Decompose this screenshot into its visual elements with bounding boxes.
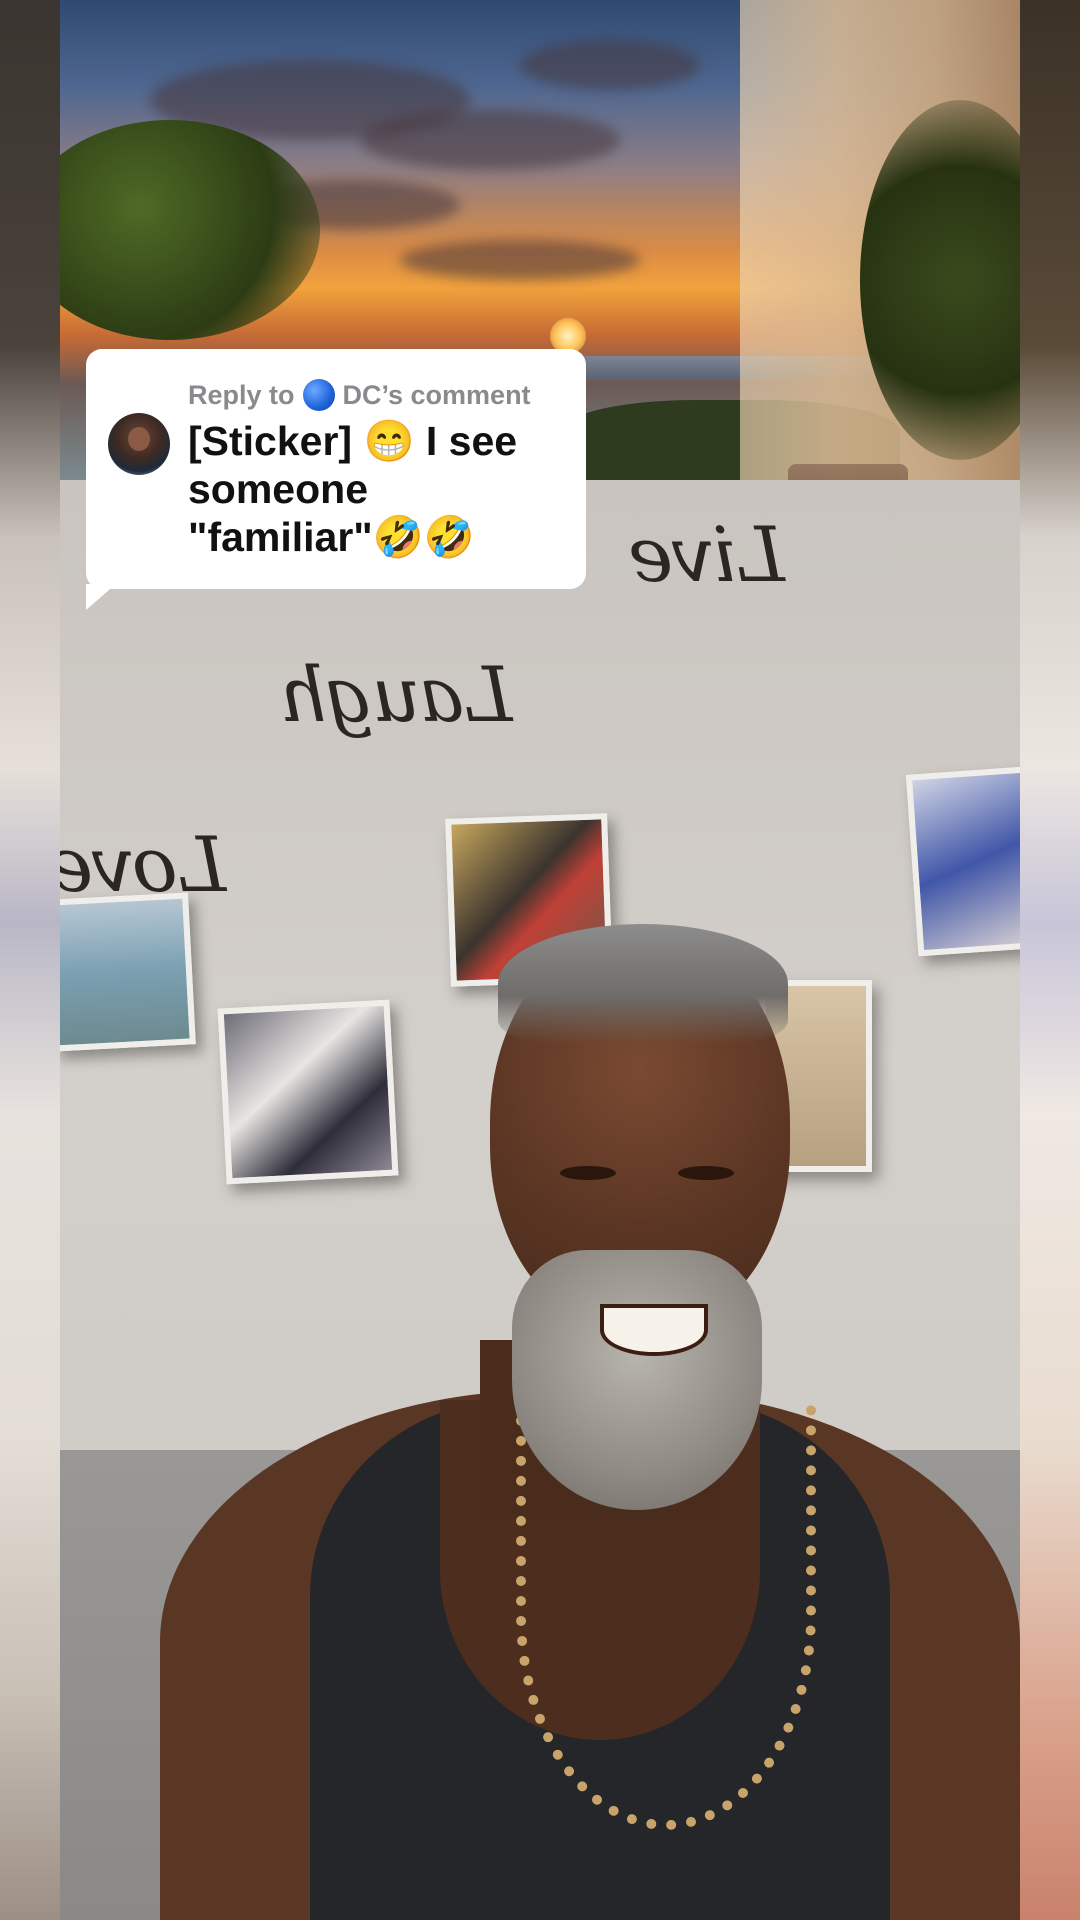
wall-photo-beach bbox=[60, 892, 196, 1052]
person-smile bbox=[600, 1304, 708, 1356]
reply-prefix: Reply to bbox=[188, 379, 295, 410]
wall-photo-kids bbox=[905, 765, 1020, 957]
wire-word-live: Live bbox=[630, 510, 785, 599]
comment-text: [Sticker] 😁 I see someone "familiar"🤣🤣 bbox=[188, 418, 518, 560]
person-beard bbox=[512, 1250, 762, 1510]
reply-sticker-tail bbox=[86, 584, 116, 610]
commenter-avatar[interactable] bbox=[108, 413, 170, 475]
commenter-name: DC’s comment bbox=[342, 379, 531, 410]
wall-photo-wedding bbox=[217, 999, 399, 1185]
person-hair bbox=[498, 924, 788, 1044]
video-frame[interactable]: Live Laugh Love bbox=[60, 0, 1020, 1920]
avatar-face bbox=[128, 427, 150, 451]
person-eye-left bbox=[560, 1166, 616, 1180]
person-eye-right bbox=[678, 1166, 734, 1180]
blue-circle-icon bbox=[302, 379, 335, 411]
reply-comment-sticker[interactable]: Reply to DC’s comment [Sticker] 😁 I see … bbox=[86, 349, 586, 589]
wire-word-laugh: Laugh bbox=[280, 650, 513, 739]
blurred-side-left bbox=[0, 0, 60, 1920]
reply-header: Reply to DC’s comment bbox=[188, 379, 531, 411]
blurred-side-right bbox=[1020, 0, 1080, 1920]
video-screen[interactable]: Live Laugh Love Reply to DC’s comment [S… bbox=[0, 0, 1080, 1920]
